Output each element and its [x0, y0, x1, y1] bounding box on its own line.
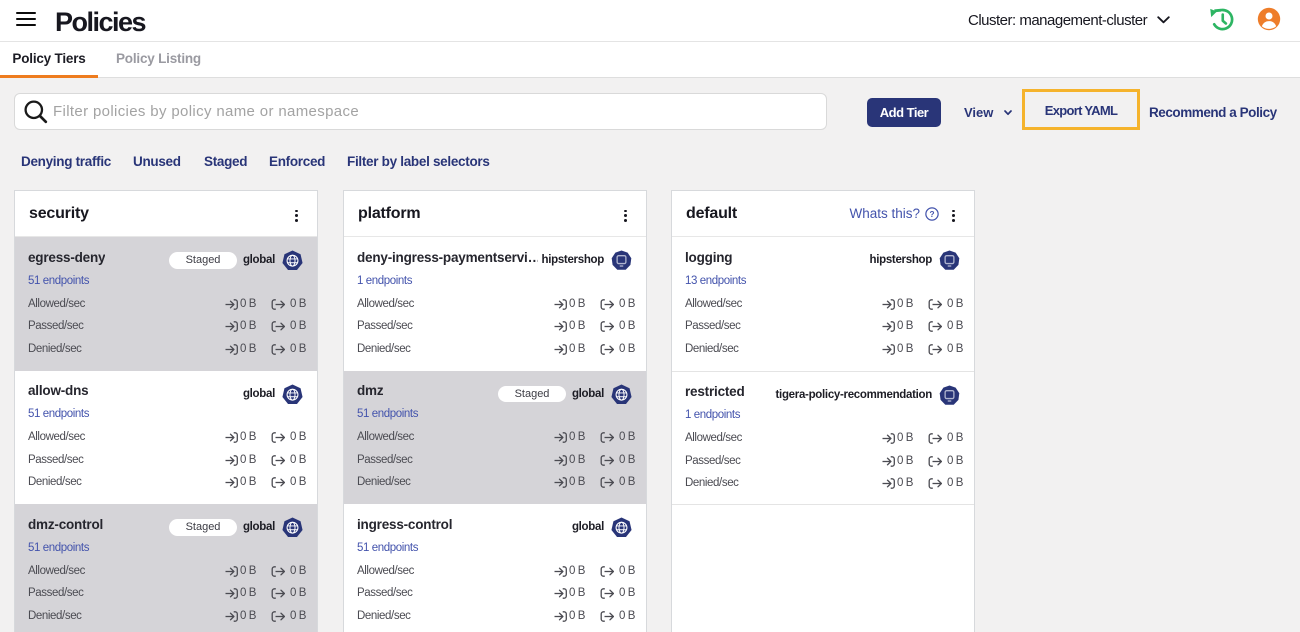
svg-text:?: ?: [929, 209, 934, 219]
